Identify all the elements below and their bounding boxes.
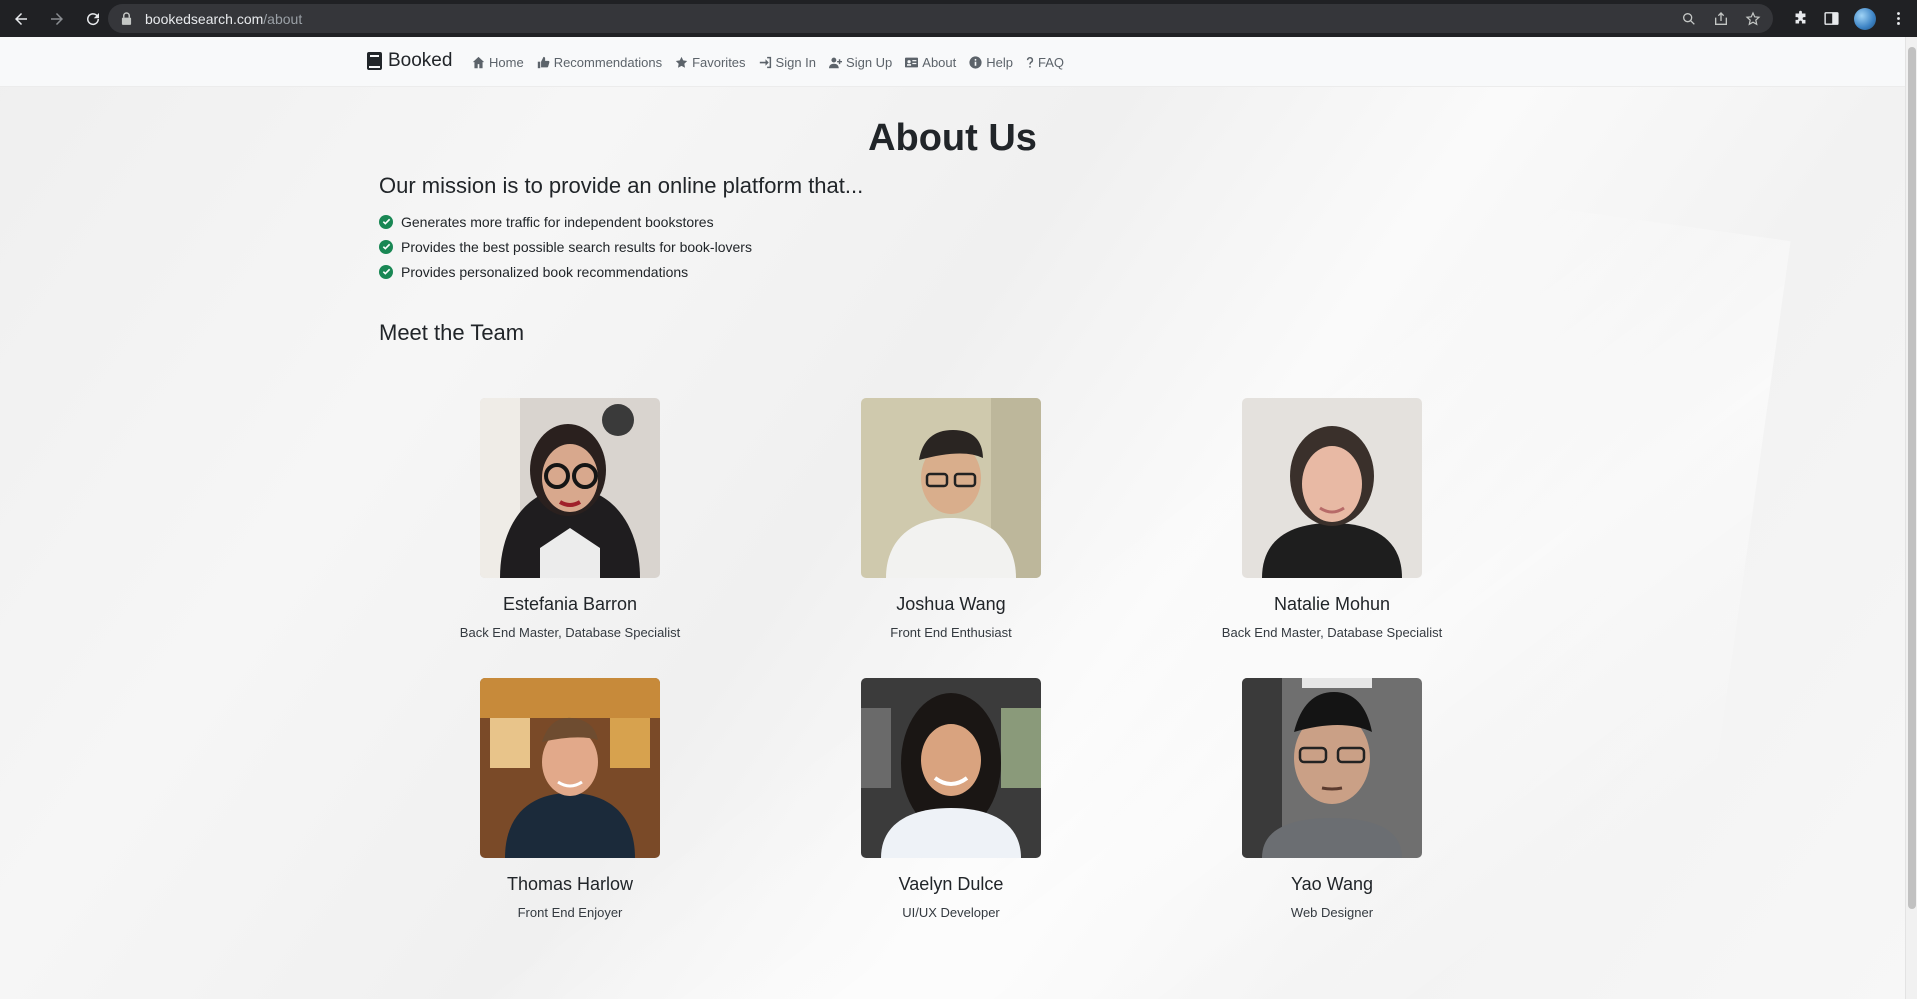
zoom-icon[interactable] — [1681, 11, 1697, 27]
id-card-icon — [905, 57, 919, 67]
info-circle-icon — [969, 55, 982, 69]
home-icon — [472, 56, 485, 68]
url-text: bookedsearch.com/about — [145, 10, 303, 27]
member-name: Yao Wang — [1290, 874, 1374, 894]
scrollbar-thumb[interactable] — [1908, 47, 1916, 909]
list-item: Provides the best possible search result… — [379, 234, 752, 259]
arrow-right-icon — [51, 12, 63, 25]
team-member-card: Joshua Wang Front End Enthusiast — [791, 398, 1111, 640]
question-icon — [1026, 56, 1034, 68]
team-heading: Meet the Team — [379, 320, 525, 345]
forward-button[interactable] — [42, 4, 72, 34]
nav-sign-up[interactable]: Sign Up — [829, 55, 892, 70]
nav-help[interactable]: Help — [969, 55, 1013, 70]
member-name: Thomas Harlow — [506, 874, 634, 894]
nav-links: Home Recommendations Favorites Sign In S… — [472, 37, 1064, 87]
member-name: Joshua Wang — [896, 594, 1006, 614]
user-plus-icon — [829, 57, 843, 68]
team-member-card: Natalie Mohun Back End Master, Database … — [1172, 398, 1492, 640]
member-role: Back End Master, Database Specialist — [459, 625, 681, 640]
profile-avatar[interactable] — [1854, 7, 1876, 30]
member-name: Estefania Barron — [502, 594, 638, 614]
nav-favorites[interactable]: Favorites — [675, 54, 746, 70]
back-button[interactable] — [6, 4, 36, 34]
nav-faq[interactable]: FAQ — [1026, 55, 1064, 70]
nav-sign-in[interactable]: Sign In — [759, 55, 816, 70]
member-role: Front End Enjoyer — [517, 905, 623, 920]
nav-recommendations[interactable]: Recommendations — [537, 55, 662, 70]
address-bar[interactable]: bookedsearch.com/about — [108, 4, 1773, 33]
nav-faq-label: FAQ — [1038, 54, 1065, 70]
nav-home[interactable]: Home — [472, 55, 524, 70]
brand-name: Booked — [388, 50, 453, 71]
book-icon — [367, 52, 382, 70]
member-role: Web Designer — [1290, 905, 1374, 920]
more-menu-icon[interactable] — [1890, 10, 1907, 27]
check-circle-icon — [379, 239, 393, 254]
team-member-card: Estefania Barron Back End Master, Databa… — [410, 398, 730, 640]
list-item: Generates more traffic for independent b… — [379, 209, 752, 234]
page-title: About Us — [868, 117, 1037, 159]
site-navbar: Booked Home Recommendations Favorites Si… — [0, 37, 1905, 87]
bookmark-star-icon[interactable] — [1745, 11, 1761, 27]
page-content: Booked Home Recommendations Favorites Si… — [0, 37, 1905, 999]
nav-help-label: Help — [986, 54, 1014, 70]
star-icon — [675, 56, 688, 68]
sign-in-icon — [759, 56, 771, 68]
member-photo — [480, 678, 660, 858]
nav-favorites-label: Favorites — [692, 54, 746, 70]
member-role: UI/UX Developer — [902, 905, 1000, 920]
mission-item-text: Provides personalized book recommendatio… — [401, 263, 689, 280]
member-photo — [861, 678, 1041, 858]
reload-icon — [87, 12, 100, 25]
share-icon[interactable] — [1713, 11, 1729, 27]
lock-icon — [121, 12, 133, 26]
member-name: Natalie Mohun — [1273, 594, 1391, 614]
arrow-left-icon — [15, 12, 27, 25]
member-role: Back End Master, Database Specialist — [1221, 625, 1443, 640]
team-member-card: Vaelyn Dulce UI/UX Developer — [791, 678, 1111, 920]
member-photo — [480, 398, 660, 578]
thumbs-up-icon — [537, 56, 550, 68]
nav-sign-in-label: Sign In — [775, 54, 817, 70]
nav-home-label: Home — [489, 54, 524, 70]
team-member-card: Yao Wang Web Designer — [1172, 678, 1492, 920]
mission-item-text: Generates more traffic for independent b… — [401, 213, 714, 230]
mission-item-text: Provides the best possible search result… — [401, 238, 752, 255]
mission-list: Generates more traffic for independent b… — [379, 209, 752, 284]
nav-sign-up-label: Sign Up — [846, 54, 893, 70]
reload-button[interactable] — [78, 4, 108, 34]
member-name: Vaelyn Dulce — [898, 874, 1004, 894]
nav-recommendations-label: Recommendations — [553, 54, 663, 70]
nav-about-label: About — [922, 54, 957, 70]
member-photo — [861, 398, 1041, 578]
browser-toolbar: bookedsearch.com/about — [0, 0, 1917, 37]
check-circle-icon — [379, 214, 393, 229]
page-scrollbar[interactable] — [1905, 37, 1917, 999]
member-role: Front End Enthusiast — [890, 625, 1012, 640]
list-item: Provides personalized book recommendatio… — [379, 259, 752, 284]
nav-about[interactable]: About — [905, 55, 956, 70]
member-photo — [1242, 678, 1422, 858]
extensions-icon[interactable] — [1792, 10, 1809, 27]
side-panel-icon[interactable] — [1823, 10, 1840, 27]
mission-heading: Our mission is to provide an online plat… — [379, 173, 864, 198]
check-circle-icon — [379, 264, 393, 279]
team-member-card: Thomas Harlow Front End Enjoyer — [410, 678, 730, 920]
brand-logo[interactable]: Booked — [367, 50, 452, 72]
member-photo — [1242, 398, 1422, 578]
